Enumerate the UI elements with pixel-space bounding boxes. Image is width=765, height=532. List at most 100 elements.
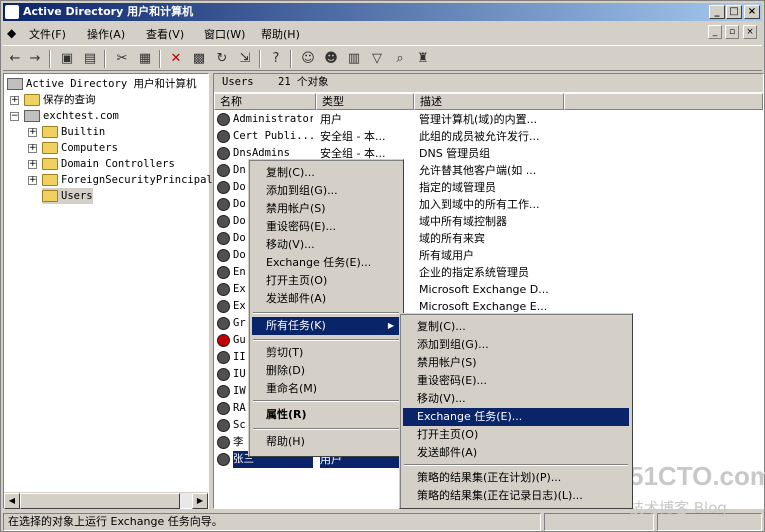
help-icon[interactable]: ?: [267, 50, 285, 68]
paste-icon[interactable]: ▦: [136, 50, 154, 68]
ctx-move[interactable]: 移动(V)...: [252, 236, 400, 254]
delete-icon[interactable]: ✕: [167, 50, 185, 68]
sub-rsop-logging[interactable]: 策略的结果集(正在记录日志)(L)...: [403, 487, 629, 505]
new-ou-icon[interactable]: ▥: [345, 50, 363, 68]
menu-action[interactable]: 操作(A): [87, 26, 125, 42]
scroll-left-icon[interactable]: ◀: [4, 493, 20, 509]
sub-send-mail-label: 发送邮件(A): [417, 446, 478, 459]
context-menu: 复制(C)... 添加到组(G)... 禁用帐户(S) 重设密码(E)... 移动(V)…: [248, 159, 404, 457]
menu-view[interactable]: 查看(V): [146, 26, 184, 42]
title-bar[interactable]: Active Directory 用户和计算机 _ □ ×: [3, 3, 762, 21]
sub-disable-account-label: 禁用帐户(S): [417, 356, 477, 369]
ctx-open-home-page[interactable]: 打开主页(O): [252, 272, 400, 290]
tree-users[interactable]: Users: [42, 188, 93, 204]
forward-icon[interactable]: →: [26, 50, 44, 68]
sub-add-to-group[interactable]: 添加到组(G)...: [403, 336, 629, 354]
ctx-all-tasks[interactable]: 所有任务(K) ▶: [252, 317, 400, 335]
tree-computers[interactable]: Computers: [42, 140, 118, 156]
cut-icon[interactable]: ✂: [113, 50, 131, 68]
console-menu-icon[interactable]: ◆: [7, 26, 16, 40]
find-icon[interactable]: ⌕: [391, 50, 409, 68]
show-tree-icon[interactable]: ▤: [81, 50, 99, 68]
ctx-reset-password[interactable]: 重设密码(E)...: [252, 218, 400, 236]
column-type[interactable]: 类型: [316, 93, 414, 110]
tree-domain[interactable]: exchtest.com: [24, 108, 119, 124]
tree-saved-queries[interactable]: 保存的查询: [24, 92, 96, 108]
status-text: 在选择的对象上运行 Exchange 任务向导。: [3, 513, 541, 531]
ctx-send-mail[interactable]: 发送邮件(A): [252, 290, 400, 308]
scroll-right-icon[interactable]: ▶: [192, 493, 208, 509]
ctx-delete[interactable]: 删除(D): [252, 362, 400, 380]
close-button[interactable]: ×: [744, 5, 760, 19]
expand-builtin[interactable]: +: [28, 128, 37, 137]
sub-move[interactable]: 移动(V)...: [403, 390, 629, 408]
table-row[interactable]: Cert Publi... 安全组 - 本... 此组的成员被允许发行...: [214, 128, 763, 145]
doc-minimize-button[interactable]: _: [708, 25, 722, 39]
tree-root[interactable]: Active Directory 用户和计算机: [7, 76, 196, 92]
user-icon: [217, 181, 230, 194]
tree-foreign-security-principals[interactable]: ForeignSecurityPrincipal: [42, 172, 213, 188]
column-name[interactable]: 名称: [214, 93, 316, 110]
cell-description: 域中所有域控制器: [419, 215, 507, 228]
sub-copy-label: 复制(C)...: [417, 320, 466, 333]
maximize-button[interactable]: □: [726, 5, 742, 19]
up-folder-icon[interactable]: ▣: [58, 50, 76, 68]
properties-icon[interactable]: ▩: [190, 50, 208, 68]
doc-close-button[interactable]: ×: [743, 25, 757, 39]
sub-reset-password[interactable]: 重设密码(E)...: [403, 372, 629, 390]
export-list-icon[interactable]: ⇲: [236, 50, 254, 68]
sub-exchange-tasks[interactable]: Exchange 任务(E)...: [403, 408, 629, 426]
sub-disable-account[interactable]: 禁用帐户(S): [403, 354, 629, 372]
sub-open-home-page[interactable]: 打开主页(O): [403, 426, 629, 444]
all-tasks-submenu: 复制(C)... 添加到组(G)... 禁用帐户(S) 重设密码(E)... 移动(V)…: [399, 313, 633, 509]
collapse-domain[interactable]: −: [10, 112, 19, 121]
minimize-button[interactable]: _: [709, 5, 725, 19]
back-icon[interactable]: ←: [6, 50, 24, 68]
ctx-rename[interactable]: 重命名(M): [252, 380, 400, 398]
ctx-exchange-tasks[interactable]: Exchange 任务(E)...: [252, 254, 400, 272]
ctx-cut[interactable]: 剪切(T): [252, 344, 400, 362]
ctx-copy[interactable]: 复制(C)...: [252, 164, 400, 182]
scroll-thumb[interactable]: [20, 493, 180, 509]
ctx-exchange-tasks-label: Exchange 任务(E)...: [266, 256, 372, 269]
column-description[interactable]: 描述: [414, 93, 564, 110]
new-user-icon[interactable]: ☺: [299, 50, 317, 68]
user-icon: [217, 147, 230, 160]
menu-separator: [404, 464, 628, 466]
ctx-disable-account[interactable]: 禁用帐户(S): [252, 200, 400, 218]
details-header: Users 21 个对象: [214, 74, 763, 92]
sub-copy[interactable]: 复制(C)...: [403, 318, 629, 336]
user-icon: [217, 300, 230, 313]
tree-builtin[interactable]: Builtin: [42, 124, 105, 140]
ctx-send-mail-label: 发送邮件(A): [266, 292, 327, 305]
refresh-icon[interactable]: ↻: [213, 50, 231, 68]
expand-computers[interactable]: +: [28, 144, 37, 153]
add-to-group-icon[interactable]: ♜: [414, 50, 432, 68]
filter-icon[interactable]: ▽: [368, 50, 386, 68]
sub-rsop-planning-label: 策略的结果集(正在计划)(P)...: [417, 471, 562, 484]
doc-restore-button[interactable]: ▫: [725, 25, 739, 39]
console-tree: Active Directory 用户和计算机 + 保存的查询 − exchte…: [3, 73, 213, 509]
table-row[interactable]: Administrator 用户 管理计算机(域)的内置...: [214, 111, 763, 128]
expand-saved-queries[interactable]: +: [10, 96, 19, 105]
cell-description: 加入到域中的所有工作...: [419, 198, 540, 211]
menu-window[interactable]: 窗口(W): [204, 26, 245, 42]
expand-foreign-security[interactable]: +: [28, 176, 37, 185]
tree-domain-controllers[interactable]: Domain Controllers: [42, 156, 175, 172]
ctx-help[interactable]: 帮助(H): [252, 433, 400, 451]
expand-domain-controllers[interactable]: +: [28, 160, 37, 169]
sub-send-mail[interactable]: 发送邮件(A): [403, 444, 629, 462]
user-icon: [217, 198, 230, 211]
menu-file[interactable]: 文件(F): [29, 26, 66, 42]
window-title: Active Directory 用户和计算机: [23, 5, 194, 18]
tree-horizontal-scrollbar[interactable]: ◀ ▶: [4, 492, 208, 509]
ctx-properties[interactable]: 属性(R): [252, 406, 400, 424]
cell-description: 指定的域管理员: [419, 181, 496, 194]
ctx-add-to-group[interactable]: 添加到组(G)...: [252, 182, 400, 200]
column-headers: 名称 类型 描述: [214, 93, 763, 110]
user-icon: [217, 368, 230, 381]
menu-help[interactable]: 帮助(H): [261, 26, 300, 42]
sub-rsop-planning[interactable]: 策略的结果集(正在计划)(P)...: [403, 469, 629, 487]
sub-rsop-logging-label: 策略的结果集(正在记录日志)(L)...: [417, 489, 583, 502]
new-group-icon[interactable]: ☻: [322, 50, 340, 68]
